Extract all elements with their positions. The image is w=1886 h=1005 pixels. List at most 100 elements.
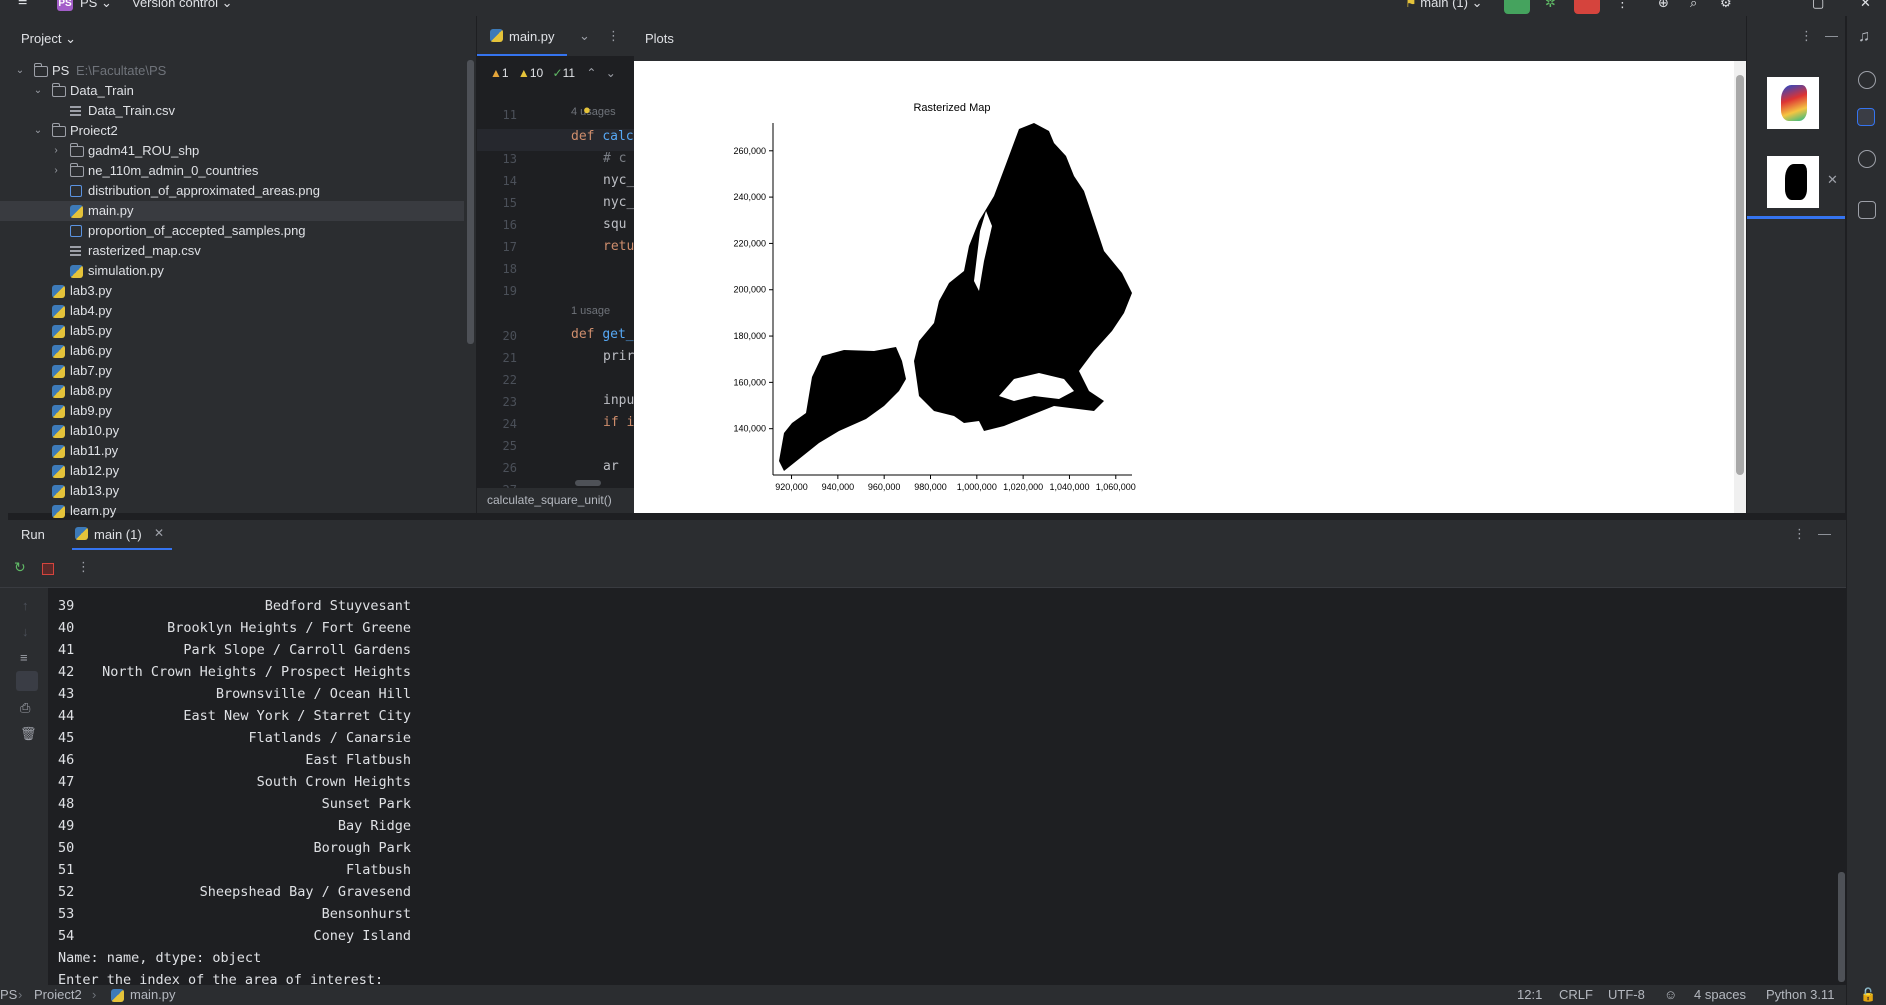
- stop-button[interactable]: [1574, 0, 1600, 14]
- plot-scrollbar[interactable]: [1736, 75, 1744, 475]
- caret-position[interactable]: 12:1: [1517, 987, 1542, 1002]
- run-scrollbar[interactable]: [1838, 872, 1845, 982]
- chevron-right-icon[interactable]: ›: [50, 161, 62, 181]
- search-icon[interactable]: ⌕: [1690, 0, 1697, 11]
- code-line[interactable]: ar: [603, 459, 619, 474]
- lightbulb-icon[interactable]: ●: [583, 102, 591, 117]
- tab-main-py[interactable]: main.py: [477, 16, 567, 56]
- usages-hint[interactable]: 1 usage: [571, 305, 610, 317]
- code-line[interactable]: if i: [603, 415, 634, 430]
- code-line[interactable]: retu: [603, 239, 634, 254]
- close-window-icon[interactable]: ✕: [1860, 0, 1871, 11]
- plot-thumbnail-selected[interactable]: [1767, 156, 1819, 208]
- settings-icon[interactable]: ⚙: [1720, 0, 1732, 11]
- tree-file[interactable]: lab8.py: [0, 381, 464, 401]
- tree-file[interactable]: simulation.py: [0, 261, 464, 281]
- tree-file[interactable]: proportion_of_accepted_samples.png: [0, 221, 464, 241]
- ai-status-icon[interactable]: ☺: [1664, 987, 1677, 1002]
- code-line[interactable]: nyc_: [603, 173, 634, 188]
- main-menu-icon[interactable]: ≡: [18, 0, 27, 11]
- code-line[interactable]: prir: [603, 349, 634, 364]
- code-line[interactable]: squ: [603, 217, 626, 232]
- code-line-def[interactable]: def get_: [571, 327, 634, 342]
- notifications-icon[interactable]: ♫: [1858, 28, 1870, 46]
- code-line[interactable]: # c: [603, 151, 626, 166]
- tree-file[interactable]: rasterized_map.csv: [0, 241, 464, 261]
- breadcrumb[interactable]: calculate_square_unit(): [487, 493, 612, 507]
- output-area-name: North Crown Heights / Prospect Heights: [102, 664, 411, 680]
- chevron-right-icon[interactable]: ›: [50, 141, 62, 161]
- code-line[interactable]: nyc_: [603, 195, 634, 210]
- project-scrollbar[interactable]: [467, 60, 474, 344]
- chevron-down-icon[interactable]: ⌄: [14, 61, 26, 81]
- tree-file[interactable]: lab10.py: [0, 421, 464, 441]
- tabs-dropdown-icon[interactable]: ⌄: [579, 28, 590, 44]
- tab-run-config[interactable]: main (1) ✕: [72, 520, 172, 550]
- line-separator[interactable]: CRLF: [1559, 987, 1593, 1002]
- tree-file[interactable]: distribution_of_approximated_areas.png: [0, 181, 464, 201]
- branch-selector[interactable]: ⚑ main (1) ⌄: [1405, 0, 1482, 11]
- run-more-icon[interactable]: ⋮: [1793, 526, 1806, 542]
- plots-more-icon[interactable]: ⋮: [1800, 28, 1813, 44]
- tree-file[interactable]: lab12.py: [0, 461, 464, 481]
- ai-assistant-icon[interactable]: [1858, 150, 1876, 168]
- tree-file[interactable]: lab7.py: [0, 361, 464, 381]
- python-file-icon: [52, 445, 65, 458]
- lock-icon[interactable]: 🔓: [1860, 987, 1876, 1003]
- usages-hint[interactable]: 4 usages: [571, 106, 616, 118]
- tree-folder[interactable]: › ne_110m_admin_0_countries: [0, 161, 464, 181]
- minimize-plots-icon[interactable]: —: [1825, 28, 1838, 43]
- python-file-icon: [70, 205, 83, 218]
- database-icon[interactable]: [1858, 71, 1876, 89]
- y-tick-label: 160,000: [733, 377, 766, 387]
- indent-setting[interactable]: 4 spaces: [1694, 987, 1746, 1002]
- prev-highlight-icon[interactable]: ⌃: [586, 66, 596, 80]
- tree-folder[interactable]: ⌄ Data_Train: [0, 81, 464, 101]
- tree-folder[interactable]: › gadm41_ROU_shp: [0, 141, 464, 161]
- tree-file[interactable]: lab5.py: [0, 321, 464, 341]
- chevron-down-icon[interactable]: ⌄: [32, 121, 44, 141]
- code-line[interactable]: inpu: [603, 393, 634, 408]
- code-line-def[interactable]: def calc: [571, 129, 634, 144]
- inspection-widget[interactable]: ▲1 ▲10 ✓11 ⌃ ⌄: [490, 66, 616, 80]
- tree-folder[interactable]: ⌄ PS E:\Facultate\PS: [0, 61, 464, 81]
- project-switcher[interactable]: PS ⌄: [80, 0, 112, 11]
- close-thumbnail-icon[interactable]: ✕: [1827, 172, 1838, 188]
- tree-file[interactable]: learn.py: [0, 501, 464, 521]
- run-button[interactable]: [1504, 0, 1530, 14]
- debug-icon[interactable]: ✲: [1545, 0, 1556, 11]
- tree-file[interactable]: lab4.py: [0, 301, 464, 321]
- tree-file[interactable]: lab13.py: [0, 481, 464, 501]
- file-encoding[interactable]: UTF-8: [1608, 987, 1645, 1002]
- add-user-icon[interactable]: ⊕: [1658, 0, 1669, 11]
- chevron-down-icon[interactable]: ⌄: [32, 81, 44, 101]
- maximize-icon[interactable]: ▢: [1812, 0, 1824, 11]
- editor-more-icon[interactable]: ⋮: [607, 28, 620, 44]
- breadcrumb-file[interactable]: main.py: [130, 987, 176, 1002]
- tree-file[interactable]: Data_Train.csv: [0, 101, 464, 121]
- output-area-name: Brownsville / Ocean Hill: [215, 686, 411, 702]
- project-view-selector[interactable]: Project ⌄: [21, 31, 76, 47]
- stop-icon[interactable]: [42, 563, 54, 575]
- rerun-icon[interactable]: ↻: [14, 559, 26, 576]
- plot-thumbnail[interactable]: [1767, 77, 1819, 129]
- tree-item-label: distribution_of_approximated_areas.png: [88, 183, 320, 198]
- python-interpreter[interactable]: Python 3.11: [1766, 987, 1834, 1002]
- editor-h-scrollbar[interactable]: [575, 480, 601, 486]
- minimize-run-icon[interactable]: —: [1818, 526, 1831, 541]
- run-toolbar-more-icon[interactable]: ⋮: [77, 559, 90, 575]
- sciview-icon[interactable]: [1857, 108, 1875, 126]
- vcs-menu[interactable]: Version control ⌄: [132, 0, 233, 11]
- tree-file[interactable]: main.py: [0, 201, 464, 221]
- tree-file[interactable]: lab9.py: [0, 401, 464, 421]
- tree-file[interactable]: lab6.py: [0, 341, 464, 361]
- tree-file[interactable]: lab3.py: [0, 281, 464, 301]
- breadcrumb-root[interactable]: PS: [0, 987, 17, 1002]
- next-highlight-icon[interactable]: ⌄: [606, 66, 616, 80]
- plugin-icon[interactable]: [1858, 201, 1876, 219]
- tree-file[interactable]: lab11.py: [0, 441, 464, 461]
- close-tab-icon[interactable]: ✕: [154, 526, 164, 540]
- breadcrumb-folder[interactable]: Proiect2: [34, 987, 82, 1002]
- tree-folder[interactable]: ⌄ Proiect2: [0, 121, 464, 141]
- more-actions-icon[interactable]: ⋮: [1616, 0, 1629, 11]
